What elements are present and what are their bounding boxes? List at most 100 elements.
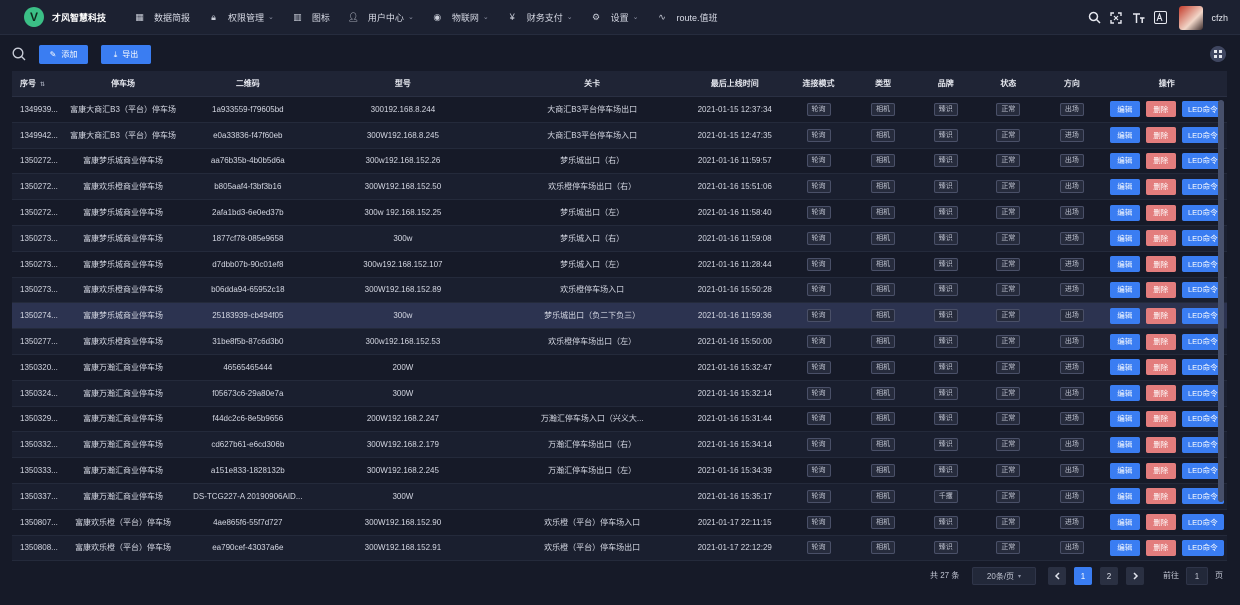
status-tag: 正常 [996,231,1021,245]
type-tag: 相机 [871,154,896,168]
goto-page-input[interactable]: 1 [1186,567,1208,585]
table-row[interactable]: 1350333... 富康万瀚汇商业停车场 a151e833-1828132b 300… [12,458,1227,484]
table-row[interactable]: 1350273... 富康梦乐城商业停车场 d7dbb07b-90c01ef8 300… [12,252,1227,278]
table-row[interactable]: 1350324... 富康万瀚汇商业停车场 f05673c6-29a80e7a 300… [12,380,1227,407]
app-logo[interactable]: V 才风智慧科技 [24,7,134,27]
menu-item-2[interactable]: ▥ 图标 [292,11,330,24]
table-scrollbar[interactable] [1218,100,1224,502]
page-size-select[interactable]: 20条/页 ▾ [972,567,1036,585]
table-row[interactable]: 1350337... 富康万瀚汇商业停车场 DS-TCG227-A 20190906… [12,483,1227,510]
edit-button[interactable]: 编辑 [1109,514,1140,531]
table-row[interactable]: 1350320... 富康万瀚汇商业停车场 46565465444 200W 2021-… [12,355,1227,381]
delete-button[interactable]: 删除 [1145,333,1176,350]
menu-item-1[interactable]: 🔒︎ 权限管理 ⌄ [208,11,274,24]
cell-id: 1350273... [12,234,59,243]
column-header[interactable]: 序号 ⇅ [12,78,59,89]
username[interactable]: cfzh [1211,13,1228,23]
table-row[interactable]: 1349939... 富康大商汇B3（平台）停车场 1a933559-f79605b… [12,97,1227,123]
menu-item-3[interactable]: 👤︎ 用户中心 ⌄ [348,11,414,24]
cell-actions: 编辑 删除 LED命令 [1107,152,1227,169]
page-2-button[interactable]: 2 [1100,567,1118,585]
edit-button[interactable]: 编辑 [1109,127,1140,144]
cell-text: 1350277... [20,337,58,347]
delete-button[interactable]: 删除 [1145,436,1176,453]
menu-item-5[interactable]: ¥ 财务支付 ⌄ [507,11,573,24]
edit-button[interactable]: 编辑 [1109,204,1140,221]
delete-button[interactable]: 删除 [1145,488,1176,505]
edit-button[interactable]: 编辑 [1109,333,1140,350]
table-row[interactable]: 1350332... 富康万瀚汇商业停车场 cd627b61-e6cd306b 300… [12,432,1227,459]
search-icon[interactable] [12,47,26,61]
cell-text: 1350333... [20,466,58,476]
cell-park: 富康大商汇B3（平台）停车场 [59,130,188,141]
avatar[interactable] [1179,5,1204,30]
fullscreen-icon[interactable] [1109,11,1123,25]
cell-model: 300W [308,389,498,398]
delete-button[interactable]: 删除 [1145,514,1176,531]
delete-button[interactable]: 删除 [1145,385,1176,402]
table-row[interactable]: 1350274... 富康梦乐城商业停车场 25183939-cb494f05 300… [12,303,1227,330]
cell-qr: aa76b35b-4b0b5d6a [188,156,308,165]
delete-button[interactable]: 删除 [1145,101,1176,118]
sort-icon[interactable]: ⇅ [40,82,45,88]
search-icon[interactable] [1087,11,1101,25]
table-row[interactable]: 1350272... 富康梦乐城商业停车场 2afa1bd3-6e0ed37b 300… [12,200,1227,226]
menu-item-4[interactable]: ◉ 物联网 ⌄ [432,11,488,24]
edit-button[interactable]: 编辑 [1109,281,1140,298]
cell-actions: 编辑 删除 LED命令 [1107,359,1227,376]
led-command-button[interactable]: LED命令 [1181,514,1224,531]
table-row[interactable]: 1350273... 富康梦乐城商业停车场 1877cf78-085e9658 300… [12,225,1227,252]
translate-icon[interactable] [1153,11,1167,25]
table-row[interactable]: 1350272... 富康欢乐橙商业停车场 b805aaf4-f3bf3b16 300… [12,174,1227,201]
page-1-button[interactable]: 1 [1074,567,1092,585]
edit-button[interactable]: 编辑 [1109,436,1140,453]
edit-button[interactable]: 编辑 [1109,230,1140,247]
edit-button[interactable]: 编辑 [1109,359,1140,376]
pagination: 共 27 条 20条/页 ▾ 1 2 前往 1 页 [0,567,1240,585]
table-row[interactable]: 1350273... 富康欢乐橙商业停车场 b06dda94-65952c18 300… [12,277,1227,304]
delete-button[interactable]: 删除 [1145,256,1176,273]
edit-button[interactable]: 编辑 [1109,178,1140,195]
menu-item-7[interactable]: ∿ route.值班 [656,11,717,24]
font-size-icon[interactable] [1131,11,1145,25]
delete-button[interactable]: 删除 [1145,462,1176,479]
edit-button[interactable]: 编辑 [1109,410,1140,427]
edit-button[interactable]: 编辑 [1109,488,1140,505]
menu-item-0[interactable]: ▦ 数据简报 [134,11,190,24]
table-row[interactable]: 1350807... 富康欢乐橙（平台）停车场 4ae865f6-55f7d727 3… [12,510,1227,536]
cell-actions: 编辑 删除 LED命令 [1107,462,1227,479]
edit-button[interactable]: 编辑 [1109,462,1140,479]
delete-button[interactable]: 删除 [1145,230,1176,247]
delete-button[interactable]: 删除 [1145,359,1176,376]
edit-button[interactable]: 编辑 [1109,101,1140,118]
edit-button[interactable]: 编辑 [1109,385,1140,402]
next-page-button[interactable] [1126,567,1144,585]
edit-button[interactable]: 编辑 [1109,256,1140,273]
export-button[interactable]: ⤓ 导出 [101,45,151,64]
delete-button[interactable]: 删除 [1145,152,1176,169]
led-command-button[interactable]: LED命令 [1181,539,1224,556]
delete-button[interactable]: 删除 [1145,281,1176,298]
column-settings-button[interactable] [1210,46,1226,62]
delete-button[interactable]: 删除 [1145,307,1176,324]
delete-button[interactable]: 删除 [1145,539,1176,556]
cell-text: 2021-01-16 11:59:36 [697,311,772,321]
cell-time: 2021-01-16 11:59:36 [687,311,783,320]
delete-button[interactable]: 删除 [1145,127,1176,144]
add-button[interactable]: ✎ 添加 [39,45,88,64]
delete-button[interactable]: 删除 [1145,410,1176,427]
prev-page-button[interactable] [1048,567,1066,585]
table-row[interactable]: 1350808... 富康欢乐橙（平台）停车场 ea790cef-43037a6e 3… [12,535,1227,562]
edit-button[interactable]: 编辑 [1109,539,1140,556]
scrollbar-thumb[interactable] [1218,100,1224,502]
delete-button[interactable]: 删除 [1145,178,1176,195]
delete-button[interactable]: 删除 [1145,204,1176,221]
table-row[interactable]: 1349942... 富康大商汇B3（平台）停车场 e0a33836-f47f60e… [12,122,1227,149]
table-row[interactable]: 1350277... 富康欢乐橙商业停车场 31be8f5b-87c6d3b0 300… [12,329,1227,355]
edit-button[interactable]: 编辑 [1109,307,1140,324]
edit-button[interactable]: 编辑 [1109,152,1140,169]
menu-item-label: 权限管理 [228,12,265,23]
menu-item-6[interactable]: ⚙ 设置 ⌄ [591,11,638,24]
table-row[interactable]: 1350272... 富康梦乐城商业停车场 aa76b35b-4b0b5d6a 300… [12,149,1227,175]
table-row[interactable]: 1350329... 富康万瀚汇商业停车场 f44dc2c6-8e5b9656 200… [12,407,1227,433]
